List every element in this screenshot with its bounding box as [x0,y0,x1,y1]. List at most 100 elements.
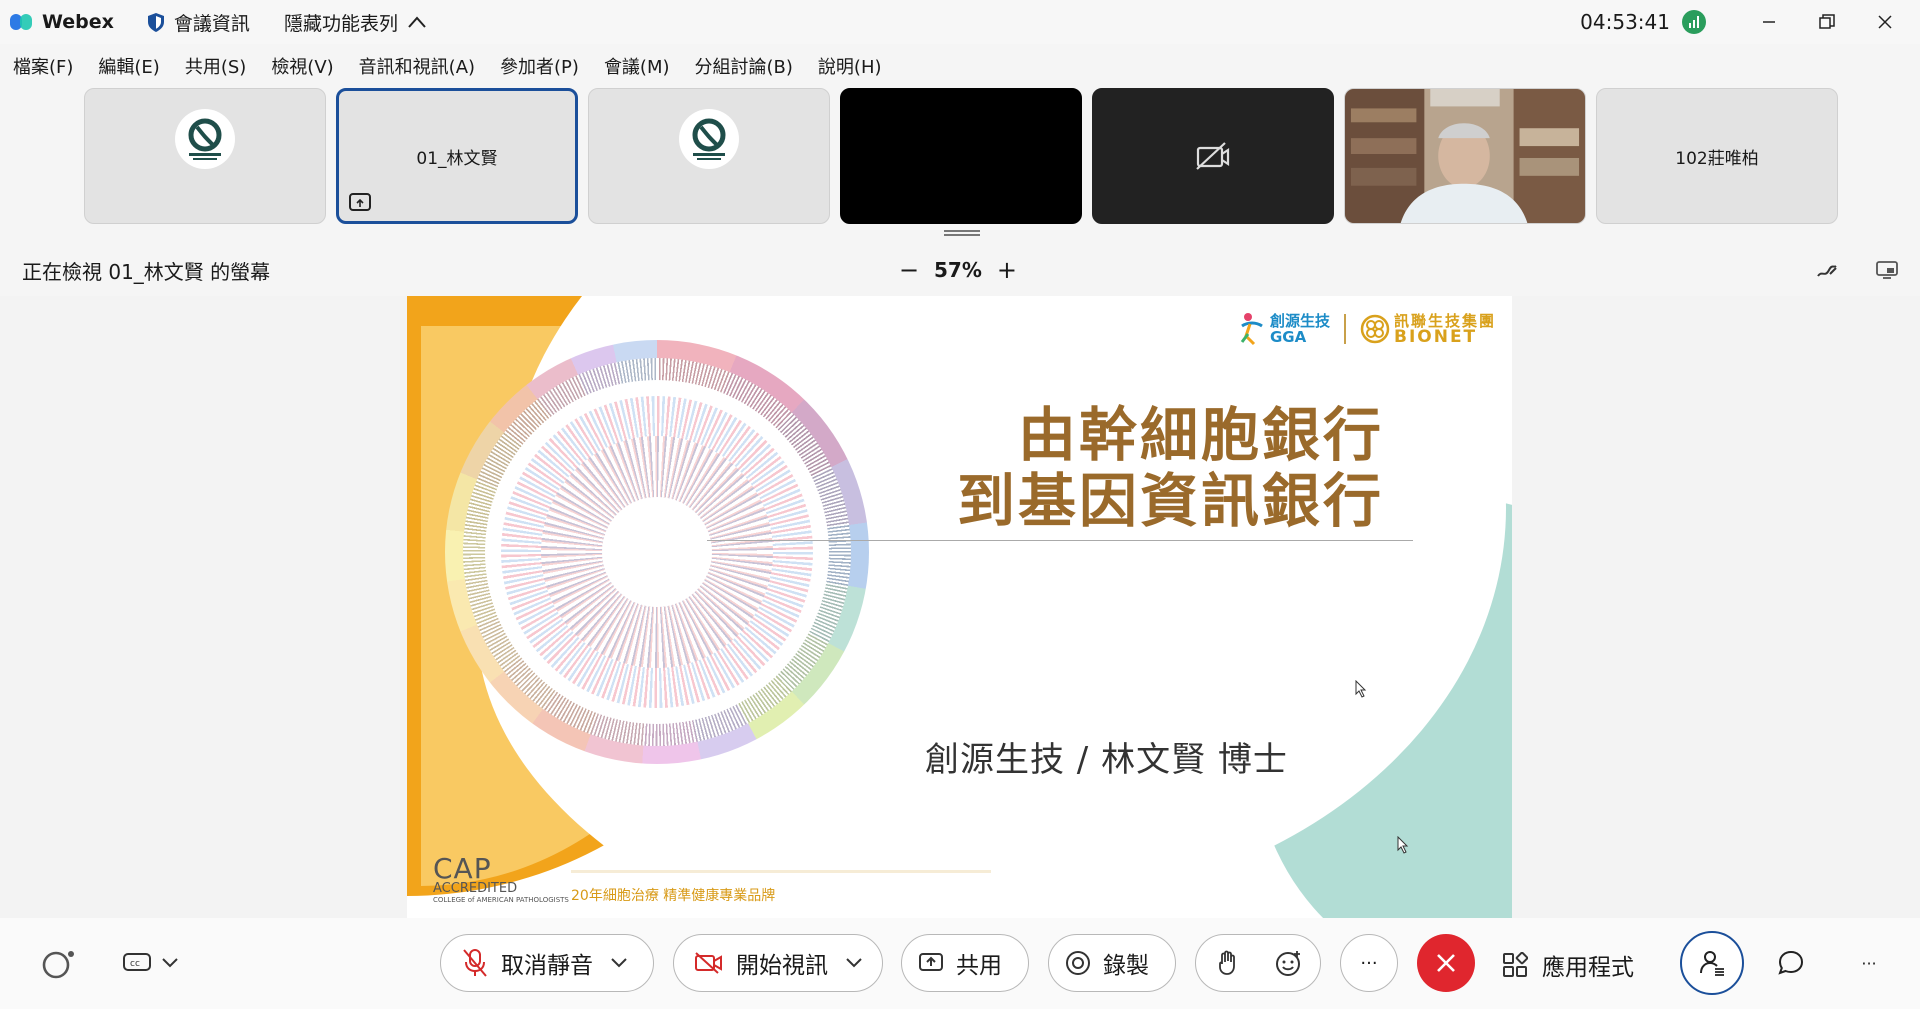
participant-tile[interactable]: 102莊唯柏 [1596,88,1838,224]
share-button[interactable]: 共用 [901,934,1029,992]
webex-logo: Webex [10,11,114,33]
network-signal-icon[interactable] [1682,10,1706,34]
closed-captions-icon: cc [123,953,151,971]
viewing-label: 正在檢視 01_林文賢 的螢幕 [22,259,271,284]
bionet-emblem-icon [1360,314,1390,344]
annotate-button[interactable] [1814,257,1840,283]
gga-logo-en: GGA [1269,328,1307,346]
annotate-pen-icon [1817,265,1837,277]
slide-title-line-2: 到基因資訊銀行 [956,467,1384,535]
apps-button[interactable]: 應用程式 [1502,948,1634,982]
menu-edit[interactable]: 編輯(E) [98,53,159,79]
view-options-button[interactable] [1874,257,1900,283]
chevron-down-icon [846,958,862,968]
menu-audio-video[interactable]: 音訊和視訊(A) [359,53,475,79]
bionet-logo-en: BIONET [1393,327,1478,347]
title-bar: Webex 會議資訊 隱藏功能表列 04:53:41 [0,0,1920,44]
participant-tile[interactable] [84,88,326,224]
participant-tile-video-off[interactable] [1092,88,1334,224]
zoom-in-button[interactable]: + [996,256,1018,284]
close-icon [1437,954,1455,972]
tagline-underline [571,870,991,873]
participant-tile-video-black[interactable] [840,88,1082,224]
menu-participants[interactable]: 參加者(P) [500,53,579,79]
captions-button[interactable]: cc [110,934,190,992]
meeting-info-label: 會議資訊 [173,12,250,35]
mouse-cursor-icon [1355,680,1367,698]
screen-view-icon [1876,261,1898,279]
participant-tile-video[interactable] [1344,88,1586,224]
slide-logos: 創源生技 GGA 訊聯生技集團 BIONET [1238,312,1496,346]
menu-breakout[interactable]: 分組討論(B) [695,53,793,79]
ai-assistant-button[interactable] [30,934,88,992]
chat-button[interactable] [1762,934,1820,992]
filmstrip-resize-handle[interactable] [944,230,980,236]
restore-icon [1819,14,1835,29]
apps-grid-icon [1503,952,1528,977]
menu-file[interactable]: 檔案(F) [13,53,73,79]
genome-circos-graphic [445,340,869,764]
record-button[interactable]: 錄製 [1048,934,1176,992]
more-options-button[interactable]: ··· [1340,934,1398,992]
menu-help[interactable]: 說明(H) [818,53,882,79]
organization-logo-icon [175,109,235,169]
chat-bubble-icon [1778,950,1804,975]
zoom-level[interactable]: 57% [934,258,982,282]
shield-icon [147,12,164,32]
zoom-out-button[interactable]: − [898,256,920,284]
meeting-control-bar: cc 取消靜音 開始視訊 共用 錄製 ··· 應用程式 ··· [0,918,1920,1009]
video-off-icon [1196,142,1230,170]
zoom-controls: − 57% + [898,256,1018,284]
shared-screen-area[interactable]: 創源生技 GGA 訊聯生技集團 BIONET 由幹細胞銀行 到基因資訊銀行 創源… [0,296,1920,918]
reactions-group [1195,934,1321,992]
mic-muted-icon [463,949,487,977]
webex-logo-icon [10,13,34,31]
slide-tagline: 20年細胞治療 精準健康專業品牌 [571,888,776,904]
minimize-icon [1763,21,1775,23]
leave-meeting-button[interactable] [1417,934,1475,992]
share-screen-icon [919,953,943,971]
hide-menu-button[interactable]: 隱藏功能表列 [284,9,436,36]
hide-menu-label: 隱藏功能表列 [283,12,398,35]
unmute-button[interactable]: 取消靜音 [440,934,654,992]
title-divider [707,540,1413,541]
slide-title-line-1: 由幹細胞銀行 [1017,401,1384,469]
sharing-icon [349,193,371,211]
participant-filmstrip: 01_林文賢 102莊唯柏 [84,88,1848,224]
gga-figure-icon [1240,313,1263,346]
participant-name: 01_林文賢 [416,148,498,169]
close-icon [1878,15,1892,29]
cap-accreditation-logo: CAP ACCREDITED COLLEGE of AMERICAN PATHO… [433,852,569,904]
chevron-up-icon [408,16,426,28]
presentation-slide: 創源生技 GGA 訊聯生技集團 BIONET 由幹細胞銀行 到基因資訊銀行 創源… [407,296,1512,918]
start-video-button[interactable]: 開始視訊 [673,934,883,992]
participant-tile[interactable] [588,88,830,224]
mouse-cursor-icon [1397,836,1409,854]
menu-meeting[interactable]: 會議(M) [604,53,670,79]
start-video-label: 開始視訊 [736,953,828,979]
cap-college-text: COLLEGE of AMERICAN PATHOLOGISTS [433,896,569,904]
more-options-label: ··· [1360,952,1378,974]
panel-overflow-label: ··· [1861,953,1877,973]
close-window-button[interactable] [1862,0,1908,44]
emoji-icon [1276,951,1300,976]
meeting-info-button[interactable]: 會議資訊 [147,9,250,36]
logo-separator [1343,314,1346,344]
share-label: 共用 [956,953,1002,979]
chevron-down-icon [611,958,627,968]
participant-tile-sharing[interactable]: 01_林文賢 [336,88,578,224]
panel-overflow-button[interactable]: ··· [1840,934,1898,992]
menu-view[interactable]: 檢視(V) [271,53,333,79]
unmute-label: 取消靜音 [501,953,593,979]
reactions-button[interactable] [1258,949,1320,977]
minimize-button[interactable] [1746,0,1792,44]
restore-button[interactable] [1804,0,1850,44]
raise-hand-icon [1219,950,1235,975]
participants-icon [1700,951,1724,976]
menu-share[interactable]: 共用(S) [185,53,246,79]
gga-logo-cn: 創源生技 [1269,312,1330,330]
chevron-down-icon [162,958,178,968]
participants-panel-button[interactable] [1680,931,1744,995]
raise-hand-button[interactable] [1196,950,1258,976]
gga-logo: 創源生技 GGA [1270,313,1330,345]
